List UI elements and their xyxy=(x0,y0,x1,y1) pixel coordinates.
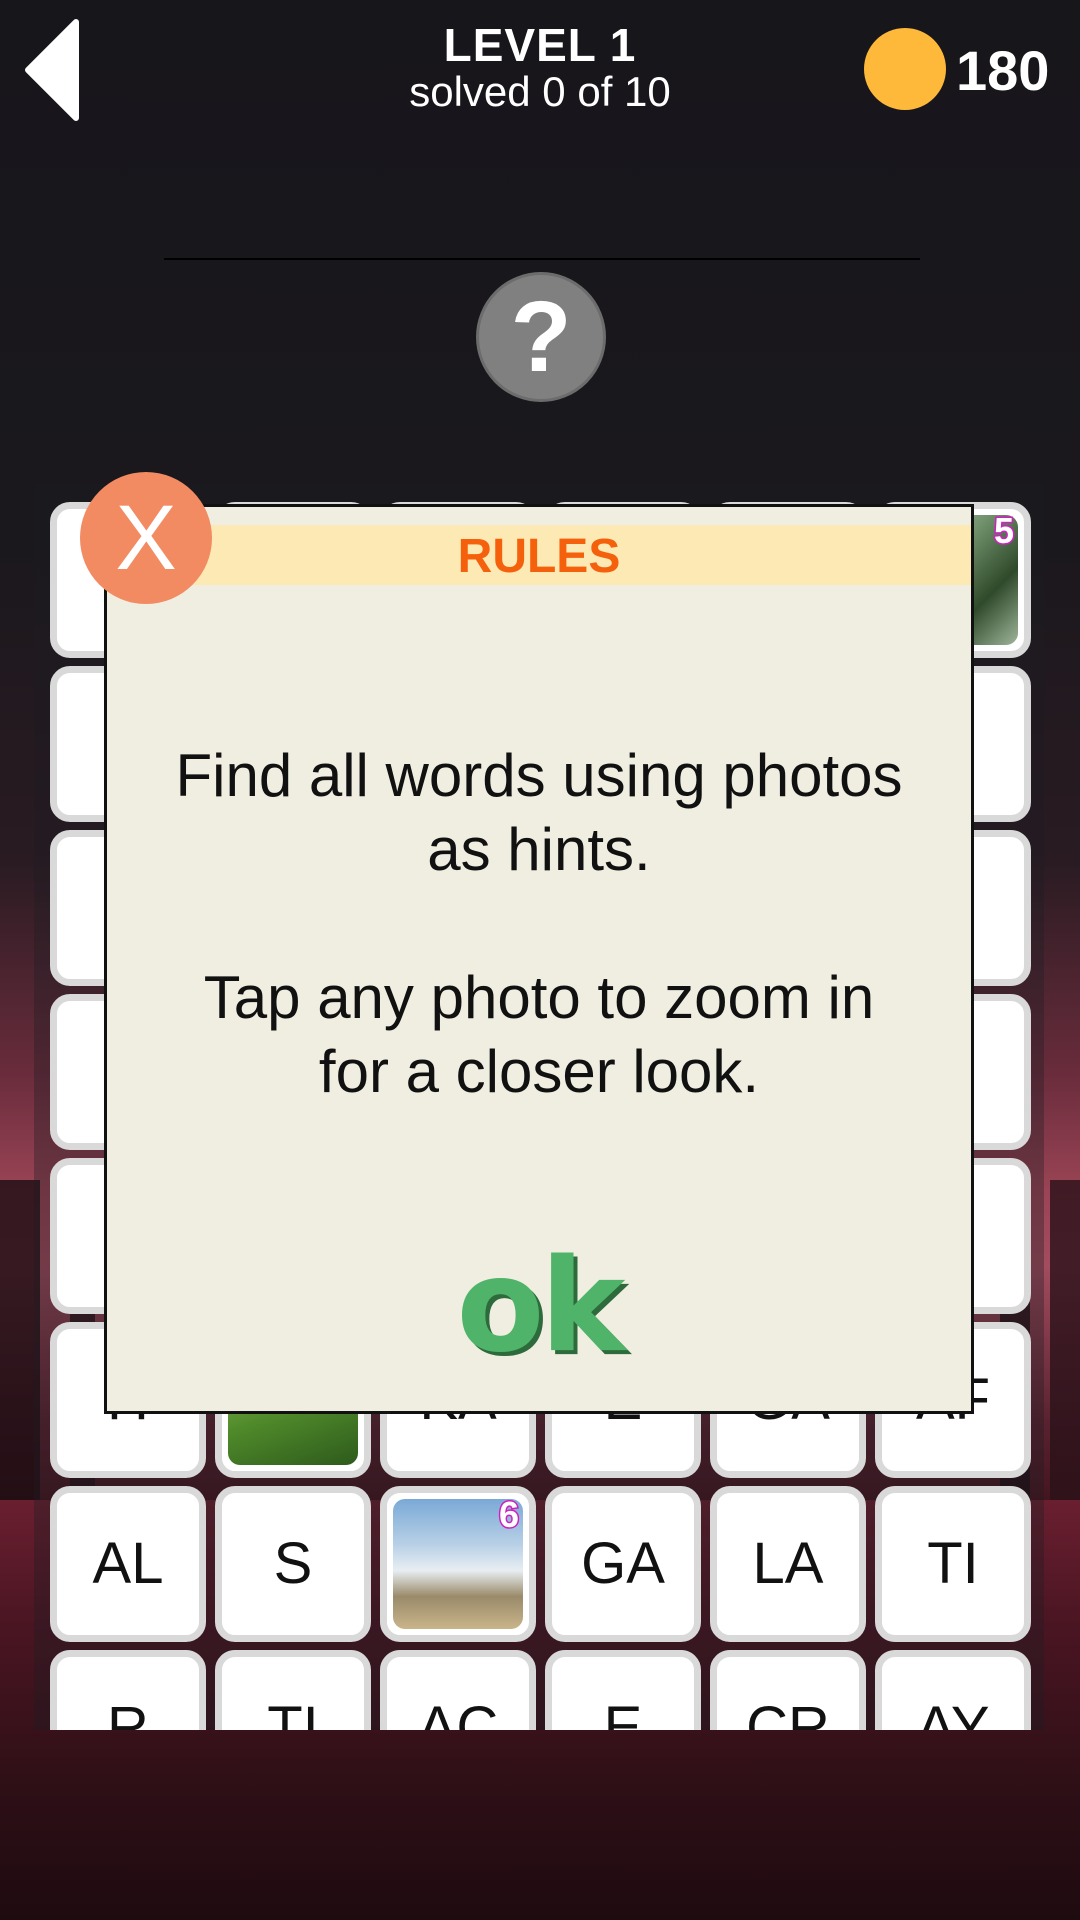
coin-icon xyxy=(864,28,946,110)
letter-tile[interactable]: GA xyxy=(545,1486,701,1642)
rules-spacer xyxy=(137,887,941,961)
letter-tile[interactable]: AL xyxy=(50,1486,206,1642)
rules-line: for a closer look. xyxy=(318,1038,760,1105)
rules-dialog: RULES Find all words using photos as hin… xyxy=(104,504,974,1414)
back-arrow-icon xyxy=(25,19,79,121)
letter-tile[interactable]: AY xyxy=(875,1650,1031,1730)
rules-line: Find all words using photos xyxy=(175,742,903,809)
hint-question-icon[interactable]: ? xyxy=(476,272,606,402)
letter-tile[interactable]: LA xyxy=(710,1486,866,1642)
rules-line: Tap any photo to zoom in xyxy=(203,964,875,1031)
letter-tile[interactable]: R xyxy=(50,1650,206,1730)
letter-tile[interactable]: TI xyxy=(215,1650,371,1730)
letter-tile[interactable]: TI xyxy=(875,1486,1031,1642)
dialog-message: Find all words using photos as hints. Ta… xyxy=(137,739,941,1109)
word-length-badge: 6 xyxy=(497,1493,520,1536)
level-progress: solved 0 of 10 xyxy=(409,68,671,115)
letter-tile[interactable]: AC xyxy=(380,1650,536,1730)
ok-button[interactable]: ok xyxy=(439,1243,639,1371)
photo-tile[interactable]: 6 xyxy=(380,1486,536,1642)
back-button[interactable] xyxy=(24,18,84,122)
answer-line xyxy=(164,258,920,260)
letter-tile[interactable]: E xyxy=(545,1650,701,1730)
level-title: LEVEL 1 xyxy=(443,19,637,71)
close-button[interactable]: X xyxy=(80,472,212,604)
word-length-badge: 5 xyxy=(992,509,1015,552)
letter-tile[interactable]: S xyxy=(215,1486,371,1642)
letter-tile[interactable]: CR xyxy=(710,1650,866,1730)
rules-line: as hints. xyxy=(427,816,651,883)
coin-count: 180 xyxy=(956,39,1050,102)
dialog-title: RULES xyxy=(457,530,621,583)
